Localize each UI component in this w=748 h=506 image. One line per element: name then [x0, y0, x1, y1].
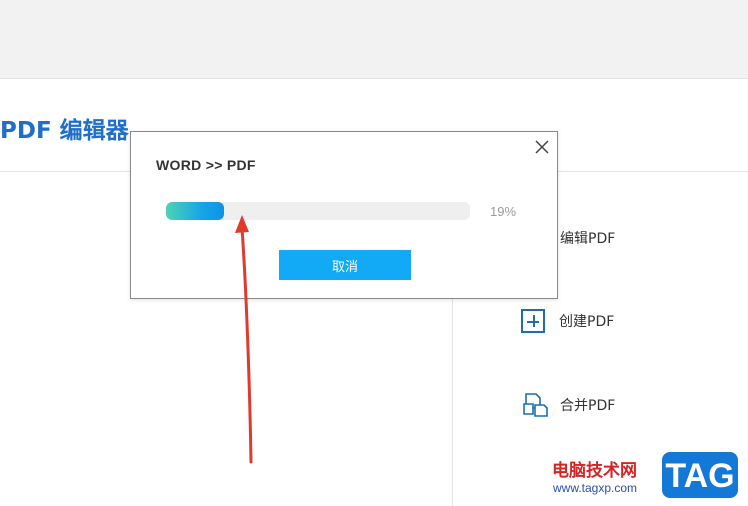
- annotation-arrow-icon: [235, 215, 253, 464]
- watermark-site-name: 电脑技术网: [552, 461, 637, 481]
- watermark-url: www.tagxp.com: [553, 481, 638, 495]
- watermark-tag-logo: TAG: [660, 450, 740, 500]
